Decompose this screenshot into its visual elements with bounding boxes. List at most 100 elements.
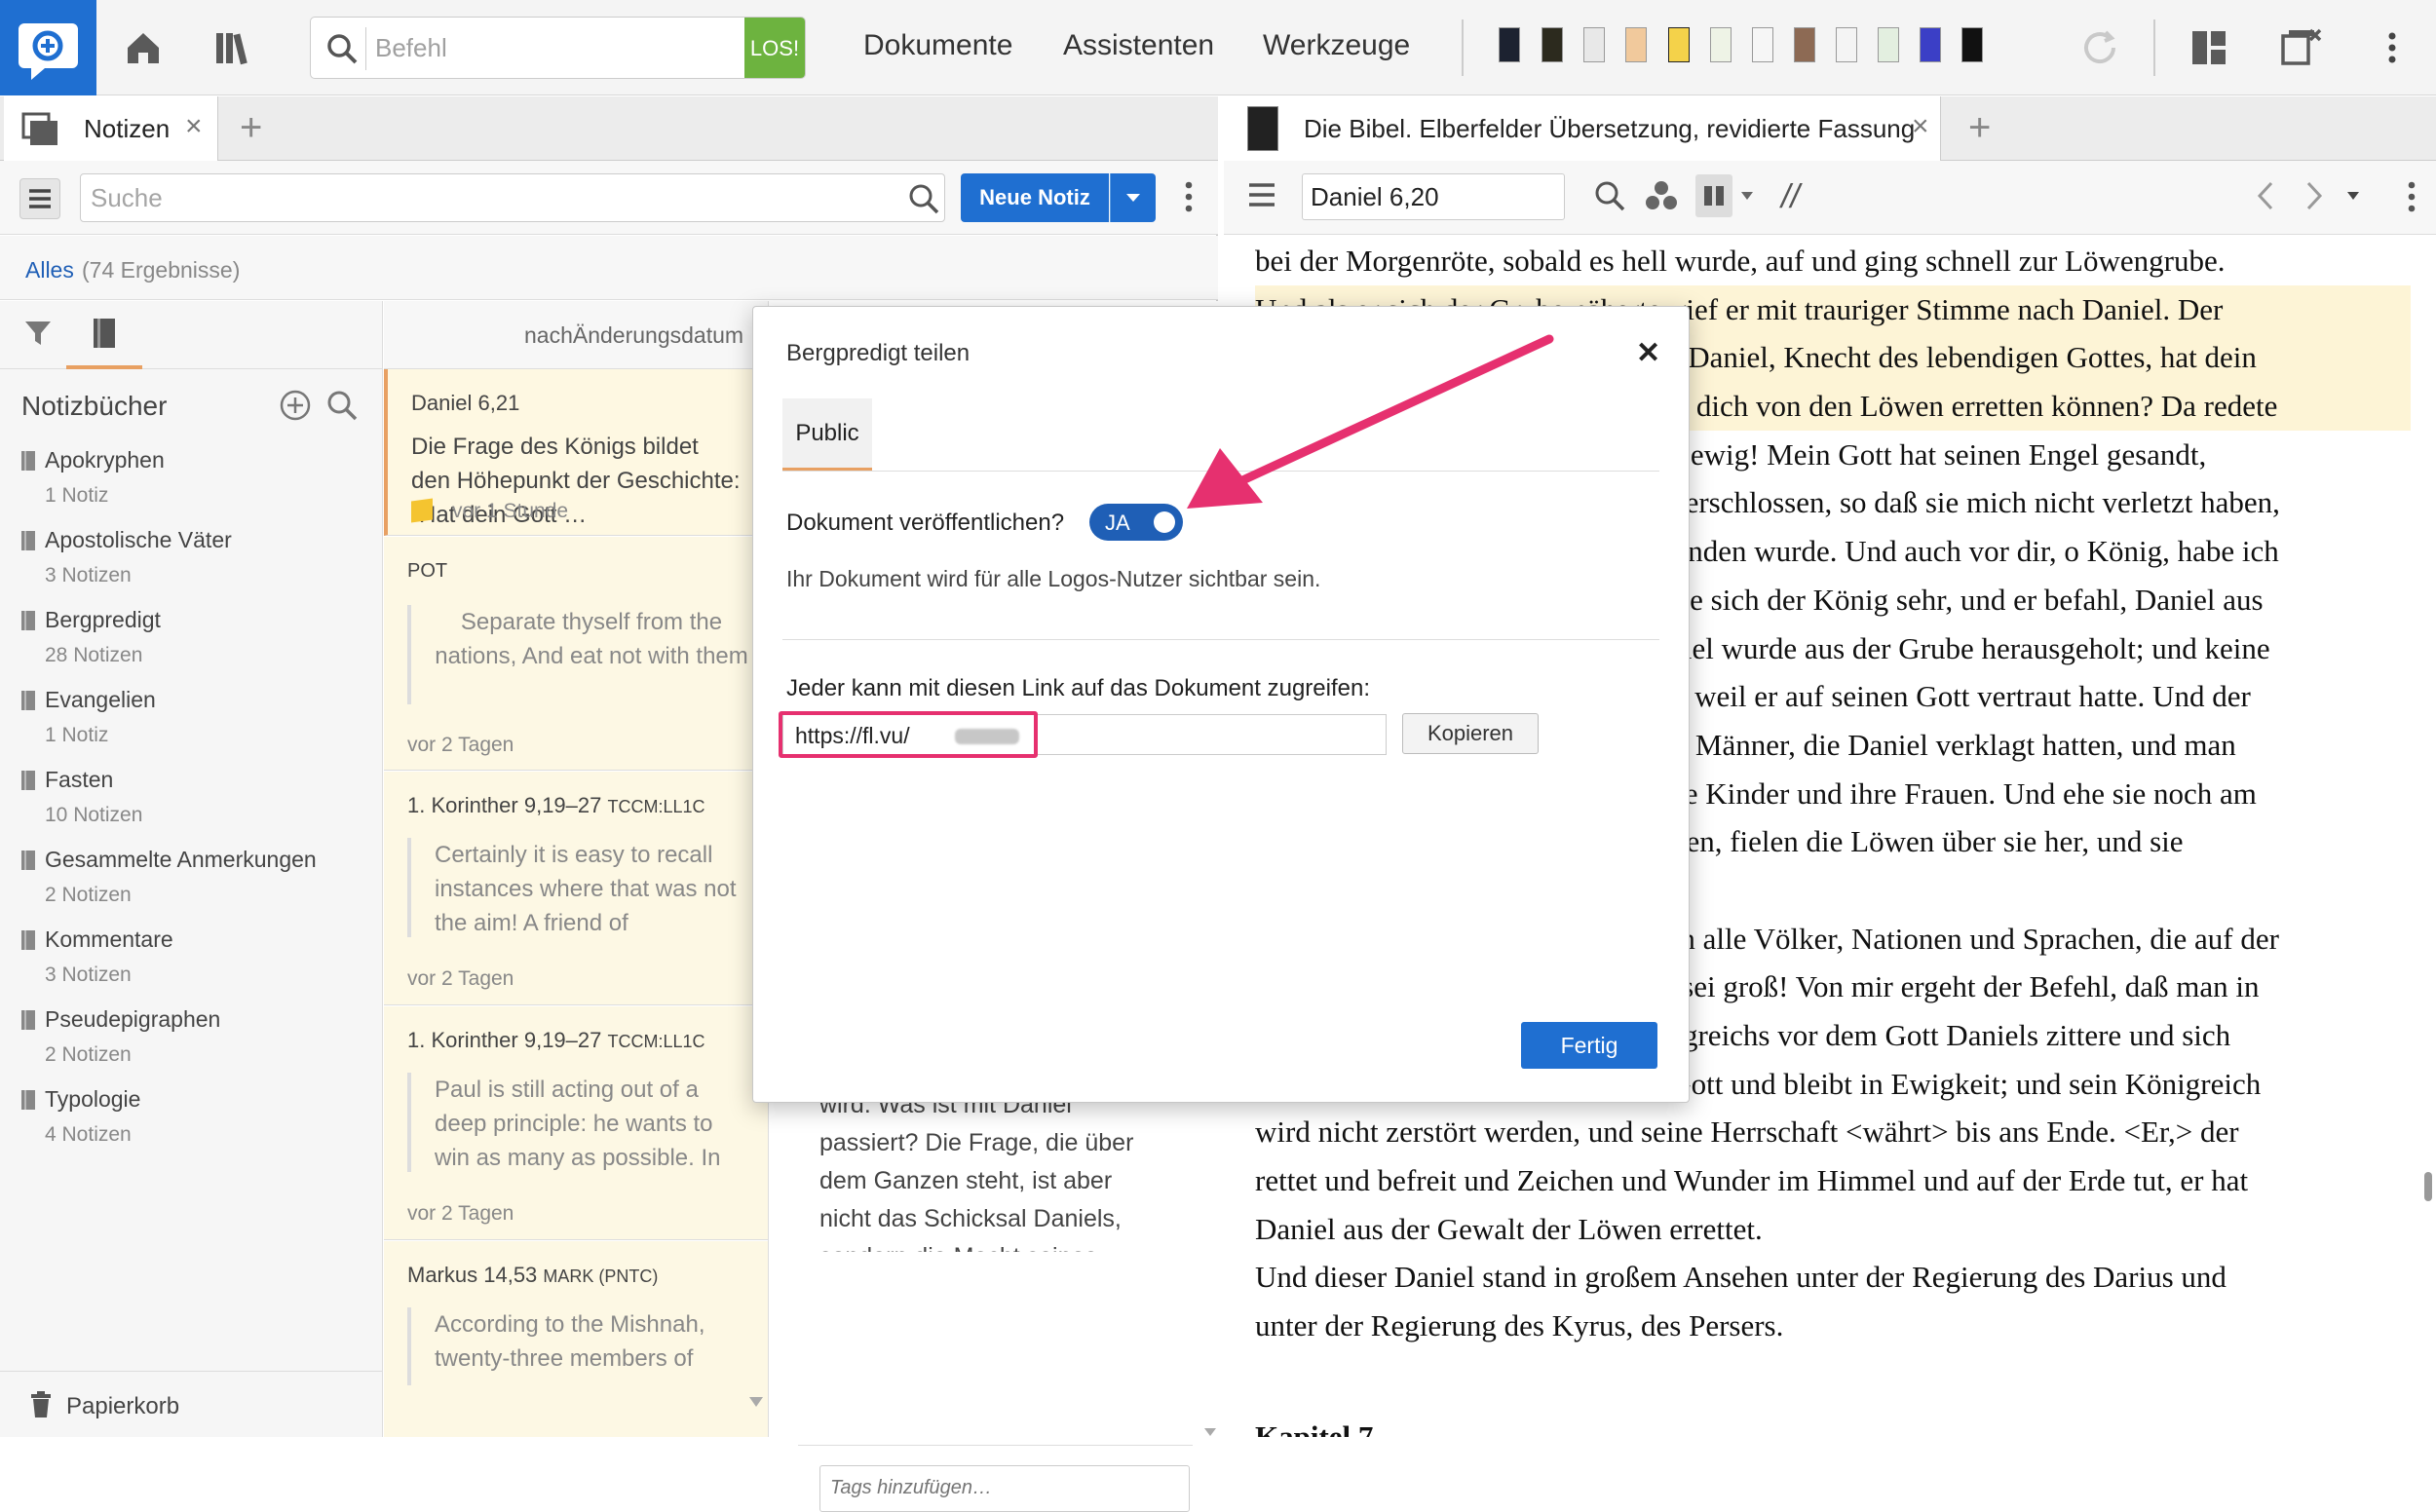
go-button[interactable]: LOS! bbox=[744, 18, 805, 78]
note-item[interactable]: 1. Korinther 9,19–27 TCCM:LL1C Paul is s… bbox=[384, 1006, 768, 1240]
done-button[interactable]: Fertig bbox=[1521, 1022, 1657, 1069]
more-options-icon[interactable] bbox=[2366, 21, 2418, 74]
close-icon[interactable]: ✕ bbox=[1636, 336, 1660, 370]
search-notebooks-icon[interactable] bbox=[325, 389, 359, 422]
history-dropdown-icon[interactable] bbox=[2346, 191, 2360, 201]
sidebar-item-notebook[interactable]: Typologie bbox=[45, 1086, 140, 1113]
command-input[interactable] bbox=[375, 18, 745, 78]
new-note-button[interactable]: Neue Notiz bbox=[961, 173, 1109, 222]
layout-icon[interactable] bbox=[2183, 21, 2235, 74]
visual-filters-icon[interactable] bbox=[1645, 180, 1678, 211]
notebook-icon bbox=[21, 930, 35, 950]
recent-book-icon[interactable] bbox=[1499, 27, 1520, 62]
note-item[interactable]: Markus 14,53 MARK (PNTC) According to th… bbox=[384, 1241, 768, 1437]
recent-book-icon[interactable] bbox=[1752, 27, 1773, 62]
verse-line[interactable]: bei der Morgenröte, sobald es hell wurde… bbox=[1255, 237, 2411, 285]
tags-input[interactable] bbox=[820, 1466, 1181, 1509]
recent-book-icon[interactable] bbox=[1836, 27, 1857, 62]
chevron-right-icon[interactable] bbox=[2303, 180, 2325, 211]
filter-all-link[interactable]: Alles bbox=[25, 257, 74, 284]
sidebar-item-notebook[interactable]: Evangelien bbox=[45, 687, 156, 713]
library-icon[interactable] bbox=[209, 21, 261, 74]
sidebar-item-notebook[interactable]: Apostolische Väter bbox=[45, 527, 232, 553]
verse-line[interactable]: Kapitel 7 bbox=[1255, 1413, 2411, 1438]
sort-header[interactable]: nachÄnderungsdatum bbox=[384, 301, 768, 369]
verse-line[interactable]: wird nicht zerstört werden, und seine He… bbox=[1255, 1108, 2411, 1156]
chevron-down-icon[interactable] bbox=[1740, 191, 1754, 201]
trash-item[interactable]: Papierkorb bbox=[0, 1371, 383, 1437]
chevron-left-icon[interactable] bbox=[2255, 180, 2276, 211]
menu-tools[interactable]: Werkzeuge bbox=[1263, 29, 1410, 62]
command-box[interactable]: LOS! bbox=[310, 17, 806, 79]
tab-public[interactable]: Public bbox=[782, 398, 872, 471]
verse-line[interactable]: unter der Regierung des Kyrus, des Perse… bbox=[1255, 1302, 2411, 1350]
notes-tab-strip: Notizen × + bbox=[0, 96, 1218, 161]
recent-book-icon[interactable] bbox=[1878, 27, 1899, 62]
sidebar-item-notebook[interactable]: Apokryphen bbox=[45, 447, 165, 473]
note-detail-text[interactable]: wird. Was ist mit Daniel passiert? Die Fr… bbox=[819, 1086, 1190, 1252]
notebook-count: 3 Notizen bbox=[45, 564, 132, 586]
note-item[interactable]: 1. Korinther 9,19–27 TCCM:LL1C Certainly… bbox=[384, 772, 768, 1005]
recent-book-icon[interactable] bbox=[1542, 27, 1563, 62]
recent-book-icon[interactable] bbox=[1794, 27, 1815, 62]
tab-bible[interactable]: Die Bibel. Elberfelder Übersetzung, revi… bbox=[1224, 96, 1941, 161]
verse-line[interactable]: Daniel aus der Gewalt der Löwen errettet… bbox=[1255, 1205, 2411, 1254]
notes-search[interactable] bbox=[80, 173, 945, 222]
menu-guides[interactable]: Assistenten bbox=[1063, 29, 1214, 62]
tab-notes[interactable]: Notizen × bbox=[4, 96, 218, 161]
filter-icon[interactable] bbox=[23, 319, 53, 348]
sync-icon[interactable] bbox=[2074, 21, 2126, 74]
sidebar-item-notebook[interactable]: Gesammelte Anmerkungen bbox=[45, 847, 317, 873]
logos-logo-icon[interactable] bbox=[0, 0, 96, 95]
new-note-dropdown-icon[interactable] bbox=[1110, 173, 1156, 222]
note-item[interactable]: Daniel 6,21 Die Frage des Königs bildet … bbox=[384, 369, 768, 536]
more-options-icon[interactable] bbox=[2407, 180, 2417, 213]
note-reference: 1. Korinther 9,19–27 TCCM:LL1C bbox=[407, 1028, 705, 1052]
add-tab-icon[interactable]: + bbox=[1968, 106, 1991, 150]
recent-book-icon[interactable] bbox=[1920, 27, 1941, 62]
recent-book-icon[interactable] bbox=[1710, 27, 1732, 62]
tags-field[interactable] bbox=[819, 1465, 1190, 1512]
add-tab-icon[interactable]: + bbox=[240, 106, 262, 150]
note-item[interactable]: POT Separate thyself from the nations, A… bbox=[384, 537, 768, 771]
tab-notebooks[interactable] bbox=[66, 301, 142, 369]
note-reference: Markus 14,53 MARK (PNTC) bbox=[407, 1263, 659, 1287]
detail-scroll-icon[interactable] bbox=[1203, 1427, 1217, 1437]
search-icon[interactable] bbox=[907, 182, 940, 215]
scroll-down-icon[interactable] bbox=[748, 1396, 764, 1408]
close-tab-icon[interactable]: × bbox=[1912, 110, 1929, 143]
reference-input[interactable] bbox=[1302, 173, 1565, 220]
search-icon[interactable] bbox=[1594, 180, 1625, 211]
link-set-icon[interactable]: // bbox=[1781, 178, 1800, 216]
trash-label: Papierkorb bbox=[66, 1393, 180, 1419]
sidebar-item-notebook[interactable]: Pseudepigraphen bbox=[45, 1006, 220, 1033]
note-time: vor 2 Tagen bbox=[407, 734, 514, 756]
divider bbox=[2153, 19, 2155, 76]
note-time: vor 2 Tagen bbox=[407, 1202, 514, 1225]
scrollbar-thumb[interactable] bbox=[2424, 1172, 2432, 1201]
menu-documents[interactable]: Dokumente bbox=[863, 29, 1012, 62]
scrollbar[interactable] bbox=[2420, 237, 2436, 1437]
copy-button[interactable]: Kopieren bbox=[1402, 713, 1539, 754]
detail-line: dem Ganzen steht, ist aber bbox=[819, 1167, 1113, 1194]
verse-line[interactable]: rettet und befreit und Zeichen und Wunde… bbox=[1255, 1156, 2411, 1205]
panel-menu-icon[interactable] bbox=[1247, 182, 1276, 208]
sidebar-item-notebook[interactable]: Kommentare bbox=[45, 926, 173, 953]
recent-book-icon[interactable] bbox=[1625, 27, 1647, 62]
recent-book-icon[interactable] bbox=[1583, 27, 1605, 62]
sidebar-item-notebook[interactable]: Bergpredigt bbox=[45, 607, 161, 633]
parallel-resources-icon[interactable] bbox=[1695, 174, 1732, 217]
recent-book-icon[interactable] bbox=[1668, 27, 1690, 62]
add-notebook-icon[interactable] bbox=[279, 389, 312, 422]
panel-menu-icon[interactable] bbox=[19, 178, 60, 219]
note-quote: Paul is still acting out of a deep princ… bbox=[407, 1073, 748, 1172]
home-icon[interactable] bbox=[117, 21, 170, 74]
close-tab-icon[interactable]: × bbox=[185, 110, 203, 143]
recent-book-icon[interactable] bbox=[1961, 27, 1983, 62]
new-window-icon[interactable] bbox=[2274, 21, 2327, 74]
verse-line[interactable]: Und dieser Daniel stand in großem Ansehe… bbox=[1255, 1253, 2411, 1302]
more-options-icon[interactable] bbox=[1184, 180, 1194, 213]
search-input[interactable] bbox=[81, 174, 880, 221]
verse-line[interactable] bbox=[1255, 1350, 2411, 1399]
sidebar-item-notebook[interactable]: Fasten bbox=[45, 767, 113, 793]
